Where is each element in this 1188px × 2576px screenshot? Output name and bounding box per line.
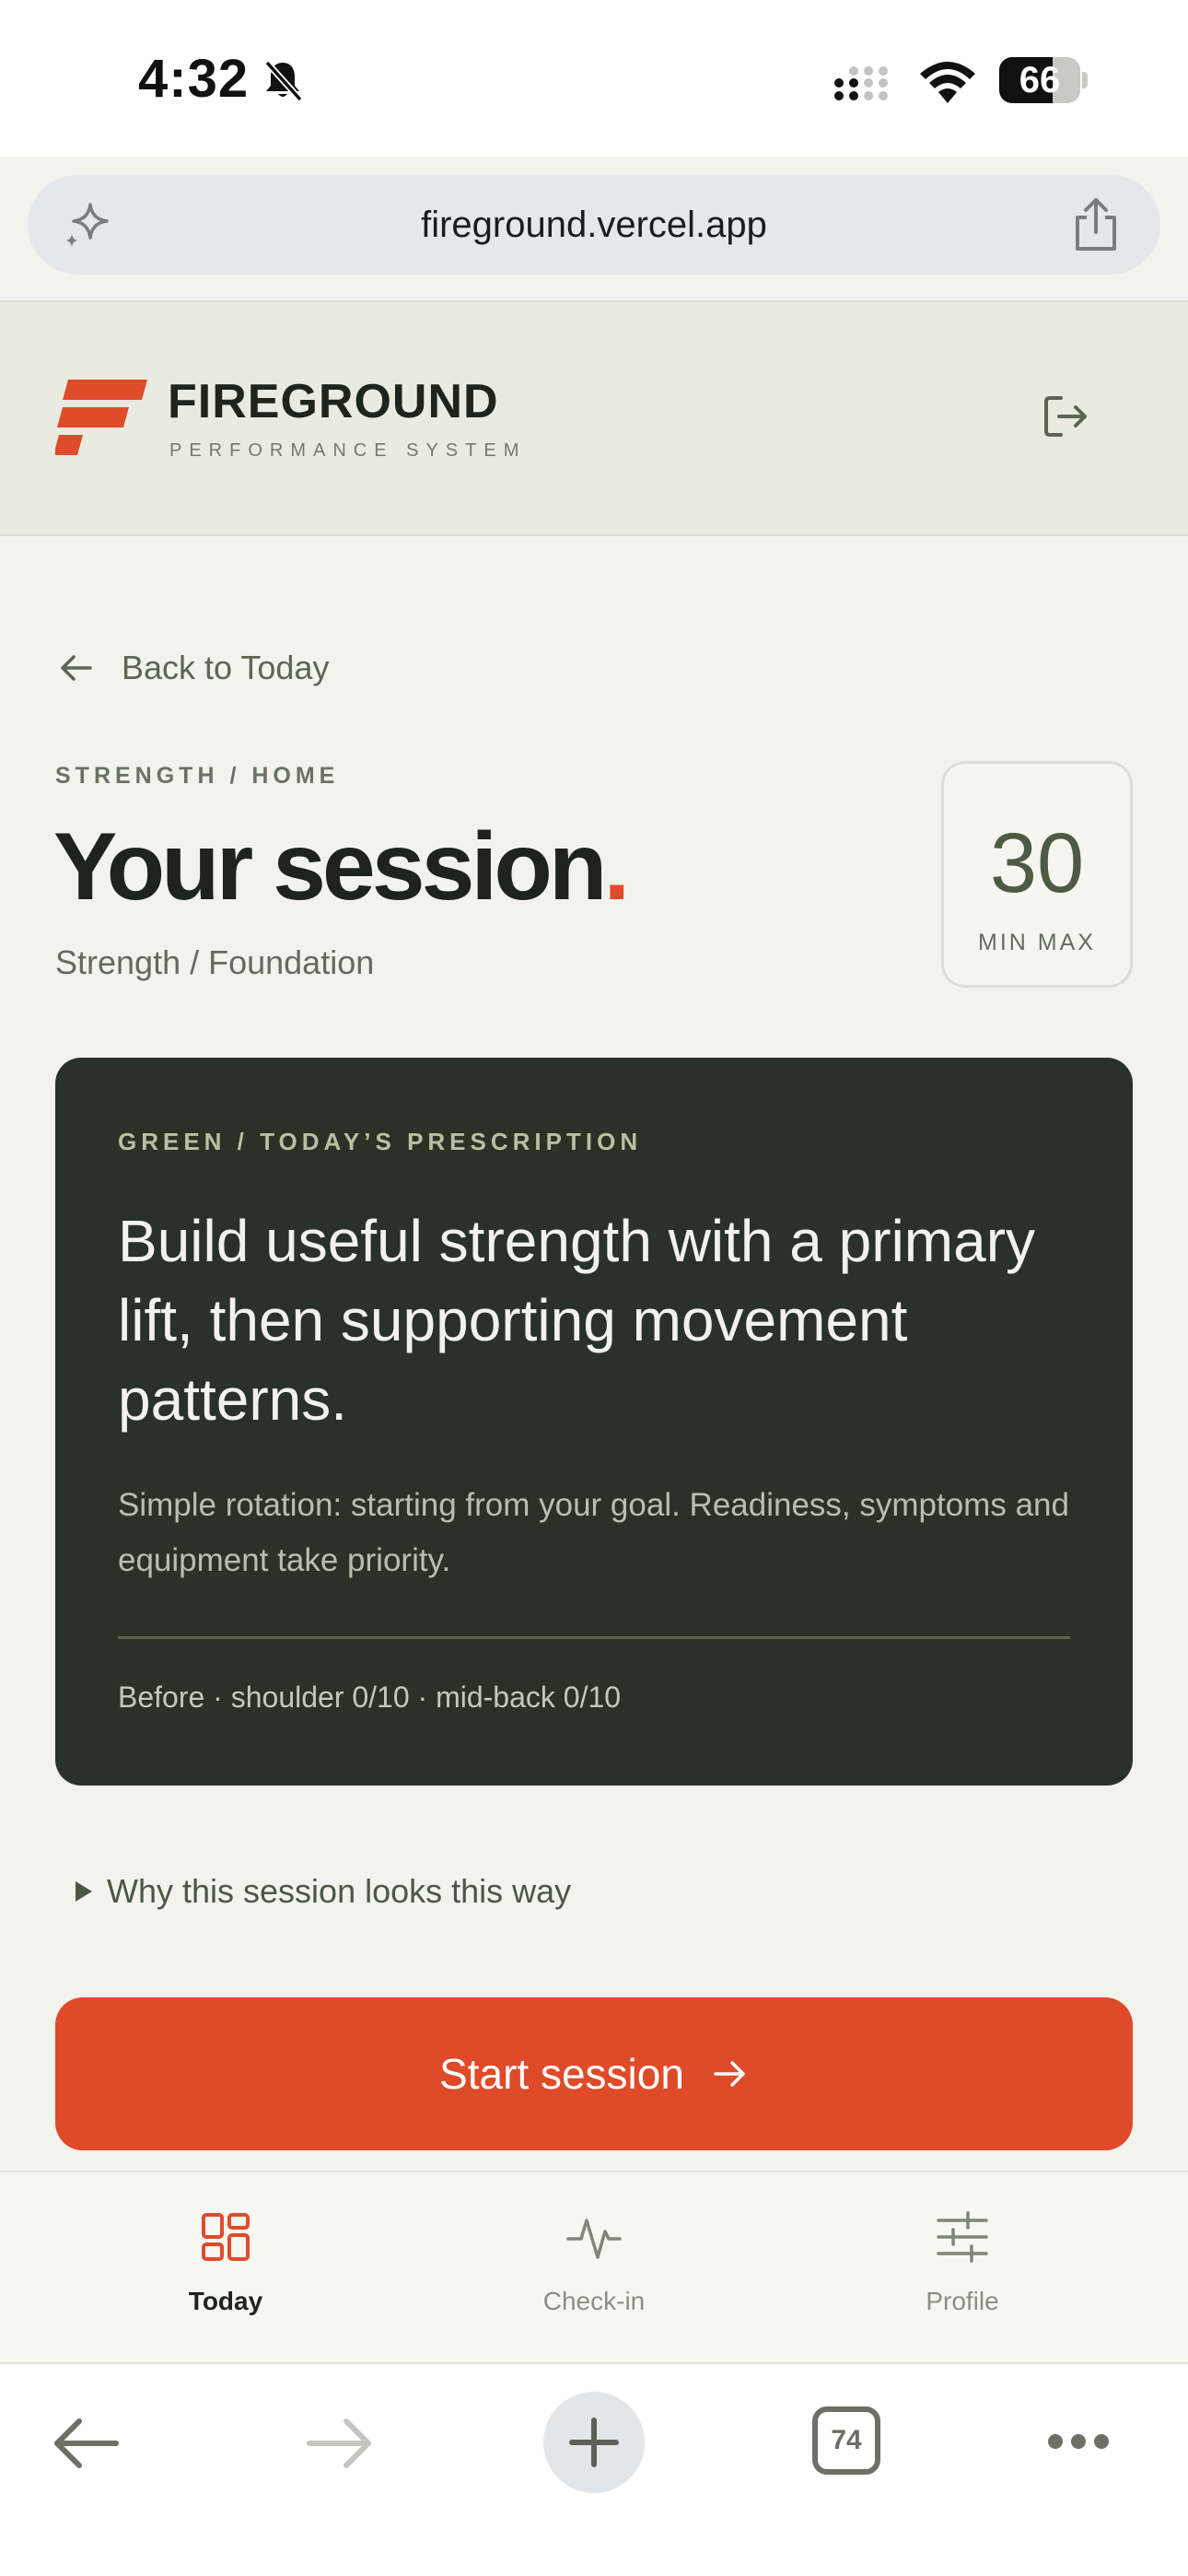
prescription-eyebrow: GREEN / TODAY’S PRESCRIPTION [118,1128,643,1155]
sliders-icon [937,2211,988,2263]
share-icon[interactable] [1068,195,1124,254]
pulse-icon [566,2219,622,2259]
browser-back-icon[interactable] [52,2418,122,2469]
brand-name: FIREGROUND [168,375,499,428]
arrow-right-icon [714,2061,745,2087]
duration-badge: 30 MIN MAX [941,761,1133,988]
bell-muted-icon [264,60,303,102]
tab-check-in-label: Check-in [542,2287,646,2315]
duration-label: MIN MAX [978,930,1096,955]
new-tab-button[interactable] [543,2392,645,2493]
duration-value: 30 [989,816,1085,910]
more-icon[interactable] [1046,2430,1111,2453]
tab-switcher-button[interactable]: 74 [812,2406,880,2475]
page-title-dot: . [603,814,630,920]
url-text[interactable]: fireground.vercel.app [28,175,1160,275]
logout-icon[interactable] [1041,391,1092,442]
fireground-logo-icon [55,380,147,455]
page-title: Your session. [53,813,630,922]
battery-indicator: 66 [999,57,1088,103]
disclosure-triangle-icon [76,1881,92,1902]
battery-percent: 66 [1019,60,1061,100]
wifi-icon [920,62,975,103]
status-time: 4:32 [138,49,250,109]
why-session-disclosure[interactable]: Why this session looks this way [74,1868,571,1914]
page-title-text: Your session [53,814,607,920]
tab-profile[interactable]: Profile [824,2172,1101,2366]
back-link-label: Back to Today [122,649,330,686]
status-bar: 4:32 66 [0,0,1188,157]
start-session-label: Start session [439,2050,684,2098]
browser-toolbar: 74 [0,2364,1188,2576]
address-bar[interactable]: fireground.vercel.app [28,175,1160,275]
grid-icon [202,2213,250,2261]
why-session-label: Why this session looks this way [107,1872,572,1910]
tab-check-in[interactable]: Check-in [456,2172,732,2366]
prescription-footer: Before · shoulder 0/10 · mid-back 0/10 [118,1680,622,1714]
prescription-card: GREEN / TODAY’S PRESCRIPTION Build usefu… [55,1058,1133,1786]
start-session-button[interactable]: Start session [55,1997,1133,2150]
tab-profile-label: Profile [926,2287,999,2315]
tab-today-label: Today [188,2287,263,2315]
tab-today[interactable]: Today [87,2172,364,2366]
plus-icon [569,2418,619,2467]
session-subtitle: Strength / Foundation [55,943,375,981]
back-to-today-link[interactable]: Back to Today [57,643,329,693]
bottom-tab-bar: Today Check-in Profile [0,2171,1188,2364]
app-header: FIREGROUND PERFORMANCE SYSTEM [0,300,1188,536]
arrow-left-icon [61,655,92,681]
session-eyebrow: STRENGTH / HOME [55,763,340,789]
prescription-headline: Build useful strength with a primary lif… [118,1208,1035,1433]
browser-forward-icon[interactable] [304,2418,374,2469]
signal-icon [834,66,888,100]
brand-tagline: PERFORMANCE SYSTEM [169,440,527,461]
card-divider [118,1636,1070,1639]
prescription-body: Simple rotation: starting from your goal… [118,1487,1069,1578]
